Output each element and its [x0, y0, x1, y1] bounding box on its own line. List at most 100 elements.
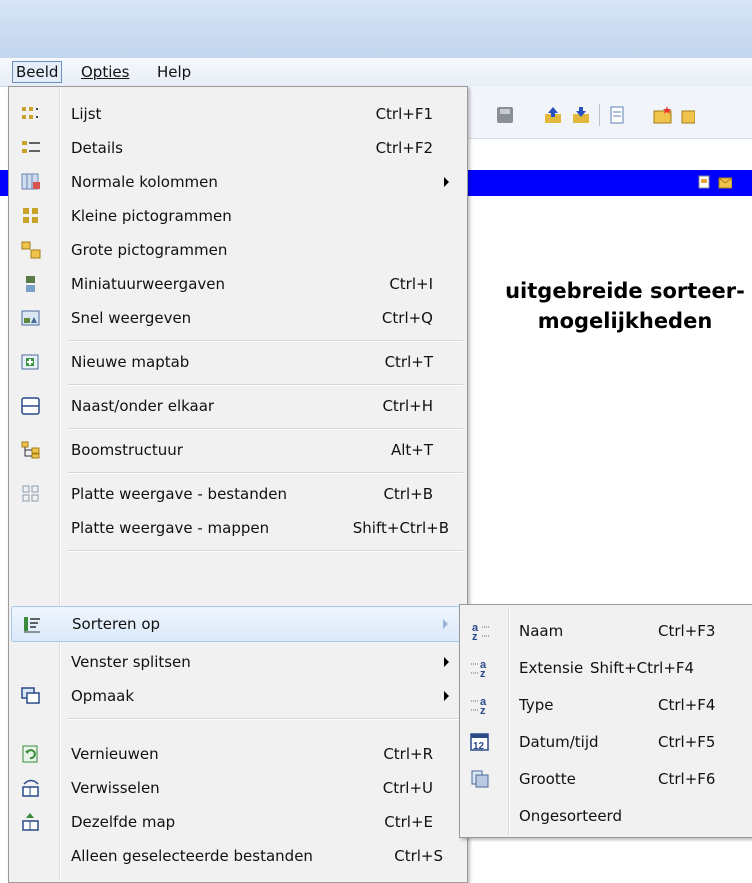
menu-item-label: Sorteren op [72, 615, 161, 633]
details-icon [22, 141, 40, 153]
menu-item-shortcut: Ctrl+I [389, 275, 433, 293]
document-icon[interactable] [607, 106, 627, 124]
quick-view-icon [21, 310, 40, 326]
menu-item-details[interactable]: Details Ctrl+F2 [11, 131, 463, 165]
folder-icon[interactable] [681, 106, 695, 124]
upload-icon[interactable] [543, 106, 563, 124]
menu-item-sorteren-op[interactable]: Sorteren op [11, 606, 463, 642]
menu-item-grote-pictogrammen[interactable]: Grote pictogrammen [11, 233, 463, 267]
menu-item-label: Boomstructuur [71, 441, 183, 459]
submenu-item-shortcut: Ctrl+F4 [658, 696, 716, 714]
window-title-bar [0, 0, 752, 58]
menu-item-normale-kolommen[interactable]: Normale kolommen [11, 165, 463, 199]
sort-icon [24, 617, 40, 633]
submenu-item-label: Grootte [519, 770, 576, 788]
promo-text: uitgebreide sorteer- mogelijkheden [480, 276, 752, 336]
menu-separator [67, 718, 463, 720]
submenu-item-shortcut: Shift+Ctrl+F4 [590, 659, 695, 677]
submenu-arrow-icon [444, 691, 449, 701]
menu-item-kleine-pictogrammen[interactable]: Kleine pictogrammen [11, 199, 463, 233]
menu-item-opmaak[interactable]: Opmaak [11, 679, 463, 713]
menu-item-label: Miniatuurweergaven [71, 275, 225, 293]
menu-item-dezelfde-map[interactable]: Dezelfde map Ctrl+E [11, 805, 463, 839]
submenu-item-type[interactable]: az Type Ctrl+F4 [462, 686, 752, 723]
new-tab-icon [21, 354, 39, 370]
menu-item-shortcut: Ctrl+F2 [375, 139, 433, 157]
menu-bar: Beeld Opties Help [0, 58, 752, 87]
menu-item-naast-onder-elkaar[interactable]: Naast/onder elkaar Ctrl+H [11, 389, 463, 423]
menu-item-boomstructuur[interactable]: Boomstructuur Alt+T [11, 433, 463, 467]
menu-item-shortcut: Ctrl+T [384, 353, 433, 371]
submenu-item-shortcut: Ctrl+F3 [658, 622, 716, 640]
swap-icon [22, 779, 39, 797]
menu-item-miniatuurweergaven[interactable]: Miniatuurweergaven Ctrl+I [11, 267, 463, 301]
menu-item-snel-weergeven[interactable]: Snel weergeven Ctrl+Q [11, 301, 463, 335]
svg-text:12: 12 [473, 741, 485, 752]
menu-item-platte-weergave-bestanden[interactable]: Platte weergave - bestanden Ctrl+B [11, 477, 463, 511]
menu-separator [67, 340, 463, 342]
columns-icon [21, 173, 40, 190]
menu-item-label: Nieuwe maptab [71, 353, 190, 371]
submenu-item-label: Extensie [519, 659, 584, 677]
submenu-item-label: Type [519, 696, 554, 714]
thumbnails-icon [26, 276, 35, 292]
menu-item-venster-splitsen[interactable]: Venster splitsen [11, 645, 463, 679]
submenu-item-ongesorteerd[interactable]: Ongesorteerd [462, 797, 752, 834]
menu-item-label: Alleen geselecteerde bestanden [71, 847, 313, 865]
folder-mail-icon[interactable] [718, 175, 732, 189]
download-icon[interactable] [571, 106, 591, 124]
toolbar-separator [599, 104, 600, 126]
menu-item-shortcut: Ctrl+F1 [375, 105, 433, 123]
menu-item-shortcut: Ctrl+U [382, 779, 433, 797]
list-icon [22, 107, 38, 119]
menu-item-lijst[interactable]: Lijst Ctrl+F1 [11, 97, 463, 131]
refresh-icon [22, 745, 38, 763]
svg-text:z: z [480, 705, 486, 715]
toolbar [467, 86, 752, 139]
menu-item-vernieuwen[interactable]: Vernieuwen Ctrl+R [11, 737, 463, 771]
menu-item-label: Normale kolommen [71, 173, 218, 191]
menu-separator [67, 472, 463, 474]
menu-item-verwisselen[interactable]: Verwisselen Ctrl+U [11, 771, 463, 805]
submenu-item-grootte[interactable]: Grootte Ctrl+F6 [462, 760, 752, 797]
submenu-item-label: Datum/tijd [519, 733, 599, 751]
sort-extension-icon: az [471, 659, 487, 678]
menu-item-alleen-geselecteerde-bestanden[interactable]: Alleen geselecteerde bestanden Ctrl+S [11, 839, 463, 873]
menu-item-nieuwe-maptab[interactable]: Nieuwe maptab Ctrl+T [11, 345, 463, 379]
same-folder-icon [22, 813, 39, 831]
menu-item-shortcut: Shift+Ctrl+B [352, 519, 449, 537]
menu-beeld[interactable]: Beeld [12, 61, 63, 83]
menu-item-label: Lijst [71, 105, 102, 123]
file-icon[interactable] [697, 175, 711, 189]
submenu-item-label: Ongesorteerd [519, 807, 622, 825]
disk-icon[interactable] [495, 106, 515, 124]
menu-item-label: Naast/onder elkaar [71, 397, 215, 415]
menu-item-label: Venster splitsen [71, 653, 191, 671]
menu-opties[interactable]: Opties [78, 62, 132, 82]
menu-item-shortcut: Ctrl+Q [381, 309, 433, 327]
menu-help[interactable]: Help [154, 62, 194, 82]
sort-size-icon [471, 770, 489, 788]
menu-item-label: Vernieuwen [71, 745, 159, 763]
menu-item-label: Opmaak [71, 687, 135, 705]
menu-item-shortcut: Ctrl+S [394, 847, 443, 865]
menu-item-label: Kleine pictogrammen [71, 207, 232, 225]
submenu-item-extensie[interactable]: az Extensie Shift+Ctrl+F4 [462, 649, 752, 686]
sort-date-icon: 12 [470, 733, 489, 752]
svg-text:z: z [480, 668, 486, 678]
large-icons-icon [21, 241, 41, 259]
svg-text:z: z [472, 631, 478, 641]
submenu-item-naam[interactable]: az Naam Ctrl+F3 [462, 612, 752, 649]
sort-name-icon: az [472, 622, 489, 641]
submenu-arrow-icon [444, 177, 449, 187]
menu-item-platte-weergave-mappen[interactable]: Platte weergave - mappen Shift+Ctrl+B [11, 511, 463, 545]
menu-item-label: Snel weergeven [71, 309, 192, 327]
submenu-item-datum-tijd[interactable]: 12 Datum/tijd Ctrl+F5 [462, 723, 752, 760]
menu-item-label: Grote pictogrammen [71, 241, 228, 259]
menu-separator [67, 550, 463, 552]
tree-icon [21, 441, 40, 459]
small-icons-icon [23, 208, 38, 223]
new-folder-icon[interactable] [653, 106, 673, 124]
flat-view-icon [22, 485, 39, 502]
menu-item-label: Platte weergave - mappen [71, 519, 270, 537]
